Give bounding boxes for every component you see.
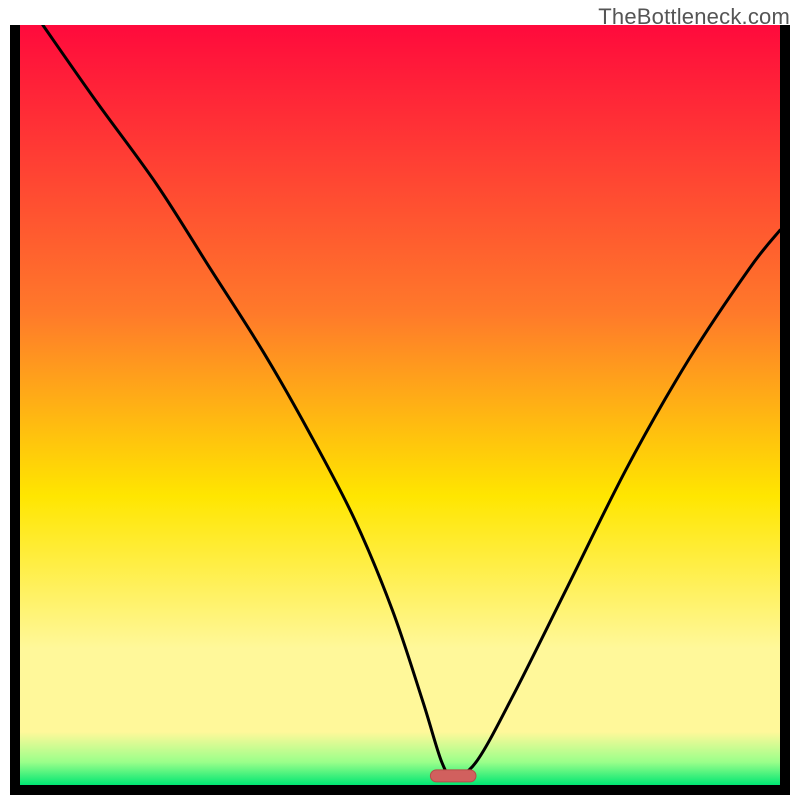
watermark-text: TheBottleneck.com <box>598 4 790 30</box>
bottleneck-plot <box>10 25 790 795</box>
minimum-marker <box>430 770 476 782</box>
chart-container: TheBottleneck.com <box>0 0 800 800</box>
plot-background <box>20 25 780 785</box>
